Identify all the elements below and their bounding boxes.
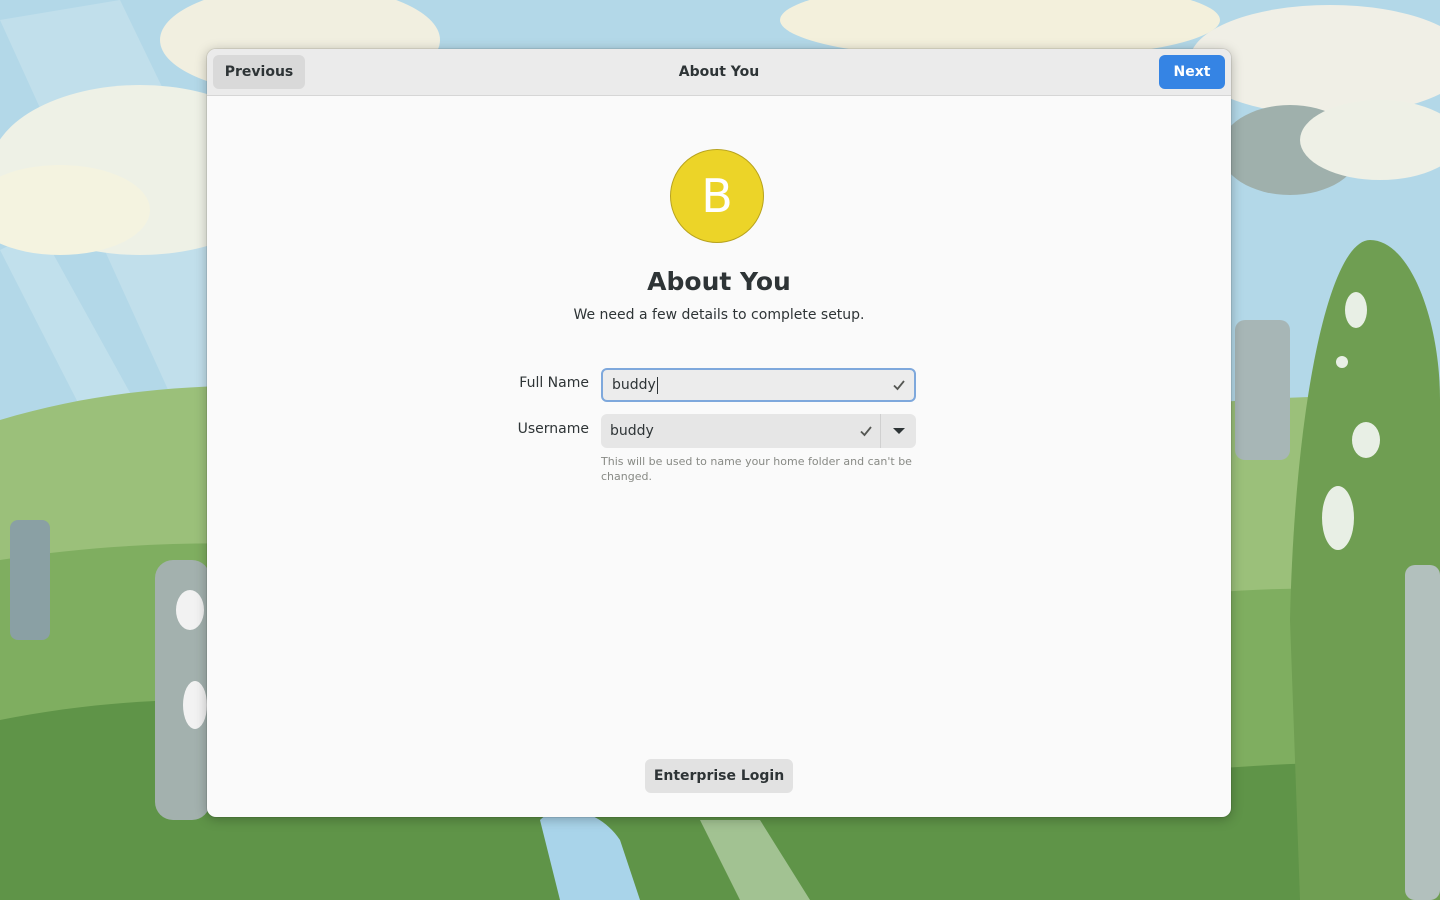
avatar[interactable]: B <box>670 149 764 243</box>
previous-button[interactable]: Previous <box>213 55 305 89</box>
next-button[interactable]: Next <box>1159 55 1225 89</box>
username-label: Username <box>517 421 589 437</box>
check-icon <box>860 426 872 437</box>
username-dropdown-button[interactable] <box>880 414 916 448</box>
username-hint: This will be used to name your home fold… <box>601 455 912 483</box>
full-name-value-wrap: buddy <box>612 370 658 400</box>
check-icon <box>893 380 905 391</box>
username-field[interactable]: buddy <box>601 414 881 448</box>
text-caret <box>656 376 658 394</box>
setup-window: Previous About You Next B About You We n… <box>207 49 1231 817</box>
enterprise-login-button[interactable]: Enterprise Login <box>645 759 793 793</box>
header-title: About You <box>678 64 760 80</box>
full-name-field[interactable]: buddy <box>601 368 916 402</box>
header-bar: Previous About You Next <box>207 49 1231 96</box>
chevron-down-icon <box>893 428 905 434</box>
full-name-label: Full Name <box>519 375 589 391</box>
username-value: buddy <box>610 423 654 439</box>
desktop: Previous About You Next B About You We n… <box>0 0 1440 900</box>
page-subtitle: We need a few details to complete setup. <box>573 307 865 323</box>
full-name-value: buddy <box>612 377 656 393</box>
page-title: About You <box>647 267 791 296</box>
